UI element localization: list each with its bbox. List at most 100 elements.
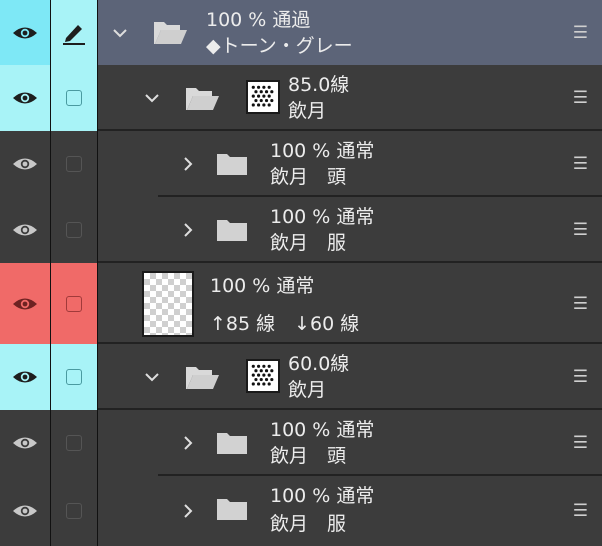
eye-icon	[13, 371, 37, 383]
layer-line1: 100 % 通過	[206, 9, 311, 31]
edit-target-toggle[interactable]	[51, 476, 97, 546]
layer-menu-handle[interactable]: ☰	[573, 344, 588, 410]
layer-line2: 飲月	[288, 100, 327, 122]
eye-icon	[13, 505, 37, 517]
expand-chevron[interactable]	[176, 197, 200, 263]
edit-target-toggle[interactable]	[51, 263, 97, 344]
layer-row[interactable]: 100 % 通過 ◆トーン・グレー ☰	[0, 0, 602, 65]
layer-menu-handle[interactable]: ☰	[573, 410, 588, 476]
edit-target-toggle[interactable]	[51, 197, 97, 263]
collapse-chevron[interactable]	[140, 65, 164, 131]
folder-closed-icon	[217, 154, 247, 175]
expand-chevron[interactable]	[176, 476, 200, 546]
layer-row[interactable]: 100 % 通常 飲月 頭 ☰	[0, 410, 602, 476]
folder-closed-icon	[217, 499, 247, 520]
checkbox[interactable]	[66, 156, 82, 172]
chevron-right-icon	[184, 223, 193, 237]
layer-row[interactable]: 85.0線 飲月 ☰	[0, 65, 602, 131]
layer-menu-handle[interactable]: ☰	[573, 476, 588, 546]
expand-chevron[interactable]	[176, 410, 200, 476]
layer-row[interactable]: 60.0線 飲月 ☰	[0, 344, 602, 410]
visibility-toggle[interactable]	[0, 476, 50, 546]
layer-line1: 60.0線	[288, 353, 350, 375]
visibility-toggle[interactable]	[0, 410, 50, 476]
checkbox[interactable]	[66, 90, 82, 106]
layer-line2: 飲月 頭	[270, 445, 347, 467]
edit-target-toggle[interactable]	[51, 131, 97, 197]
layer-line2: 飲月 頭	[270, 166, 347, 188]
transparent-layer-thumbnail	[142, 271, 194, 337]
visibility-toggle[interactable]	[0, 197, 50, 263]
chevron-right-icon	[184, 504, 193, 518]
collapse-chevron[interactable]	[108, 0, 132, 65]
layer-line2: ↑85 線 ↓60 線	[210, 313, 360, 335]
layer-line2: 飲月 服	[270, 513, 347, 535]
layer-row[interactable]: 100 % 通常 ↑85 線 ↓60 線 ☰	[0, 263, 602, 344]
layer-line1: 85.0線	[288, 74, 350, 96]
visibility-toggle[interactable]	[0, 65, 50, 131]
chevron-down-icon	[113, 28, 127, 37]
layer-main[interactable]: 100 % 通常 飲月 服 ☰	[98, 197, 602, 263]
checkbox[interactable]	[66, 222, 82, 238]
layer-main[interactable]: 100 % 通常 ↑85 線 ↓60 線 ☰	[98, 263, 602, 344]
edit-target-toggle[interactable]	[51, 0, 97, 65]
folder-open-icon	[186, 88, 219, 110]
checkbox[interactable]	[66, 369, 82, 385]
layer-line2: 飲月	[288, 379, 327, 401]
edit-target-toggle[interactable]	[51, 344, 97, 410]
layer-menu-handle[interactable]: ☰	[573, 263, 588, 344]
checkbox[interactable]	[66, 295, 82, 312]
layer-menu-handle[interactable]: ☰	[573, 0, 588, 65]
layer-main[interactable]: 85.0線 飲月 ☰	[98, 65, 602, 131]
layer-panel: 100 % 通過 ◆トーン・グレー ☰ 85.0線 飲月 ☰ 100 % 通常 …	[0, 0, 602, 546]
layer-main[interactable]: 100 % 通常 飲月 服 ☰	[98, 476, 602, 546]
eye-icon	[13, 298, 37, 309]
eye-icon	[13, 27, 37, 38]
layer-menu-handle[interactable]: ☰	[573, 131, 588, 197]
visibility-toggle[interactable]	[0, 131, 50, 197]
layer-line1: 100 % 通常	[270, 419, 375, 441]
menu-icon: ☰	[572, 433, 588, 453]
layer-main[interactable]: 100 % 通過 ◆トーン・グレー ☰	[98, 0, 602, 65]
layer-line2: 飲月 服	[270, 232, 347, 254]
eye-icon	[13, 437, 37, 449]
checkbox[interactable]	[66, 503, 82, 519]
edit-target-toggle[interactable]	[51, 65, 97, 131]
layer-line1: 100 % 通常	[270, 485, 375, 507]
chevron-down-icon	[145, 94, 159, 103]
checkbox[interactable]	[66, 435, 82, 451]
layer-row[interactable]: 100 % 通常 飲月 服 ☰	[0, 476, 602, 546]
layer-line1: 100 % 通常	[270, 140, 375, 162]
eye-icon	[13, 158, 37, 170]
layer-row[interactable]: 100 % 通常 飲月 頭 ☰	[0, 131, 602, 197]
visibility-toggle[interactable]	[0, 263, 50, 344]
collapse-chevron[interactable]	[140, 344, 164, 410]
layer-row[interactable]: 100 % 通常 飲月 服 ☰	[0, 197, 602, 263]
chevron-down-icon	[145, 373, 159, 382]
menu-icon: ☰	[572, 154, 588, 174]
layer-line1: 100 % 通常	[270, 206, 375, 228]
expand-chevron[interactable]	[176, 131, 200, 197]
layer-menu-handle[interactable]: ☰	[573, 197, 588, 263]
visibility-toggle[interactable]	[0, 344, 50, 410]
menu-icon: ☰	[572, 501, 588, 521]
layer-line1: 100 % 通常	[210, 275, 315, 297]
folder-open-icon	[186, 367, 219, 389]
layer-menu-handle[interactable]: ☰	[573, 65, 588, 131]
menu-icon: ☰	[572, 220, 588, 240]
layer-line2: ◆トーン・グレー	[206, 35, 353, 57]
layer-main[interactable]: 60.0線 飲月 ☰	[98, 344, 602, 410]
chevron-right-icon	[184, 157, 193, 171]
folder-closed-icon	[217, 220, 247, 241]
folder-closed-icon	[217, 433, 247, 454]
edit-target-toggle[interactable]	[51, 410, 97, 476]
menu-icon: ☰	[572, 367, 588, 387]
layer-main[interactable]: 100 % 通常 飲月 頭 ☰	[98, 131, 602, 197]
visibility-toggle[interactable]	[0, 0, 50, 65]
menu-icon: ☰	[572, 293, 588, 314]
eye-icon	[13, 224, 37, 236]
layer-main[interactable]: 100 % 通常 飲月 頭 ☰	[98, 410, 602, 476]
menu-icon: ☰	[572, 88, 588, 108]
eye-icon	[13, 92, 37, 104]
folder-open-icon	[154, 22, 187, 44]
